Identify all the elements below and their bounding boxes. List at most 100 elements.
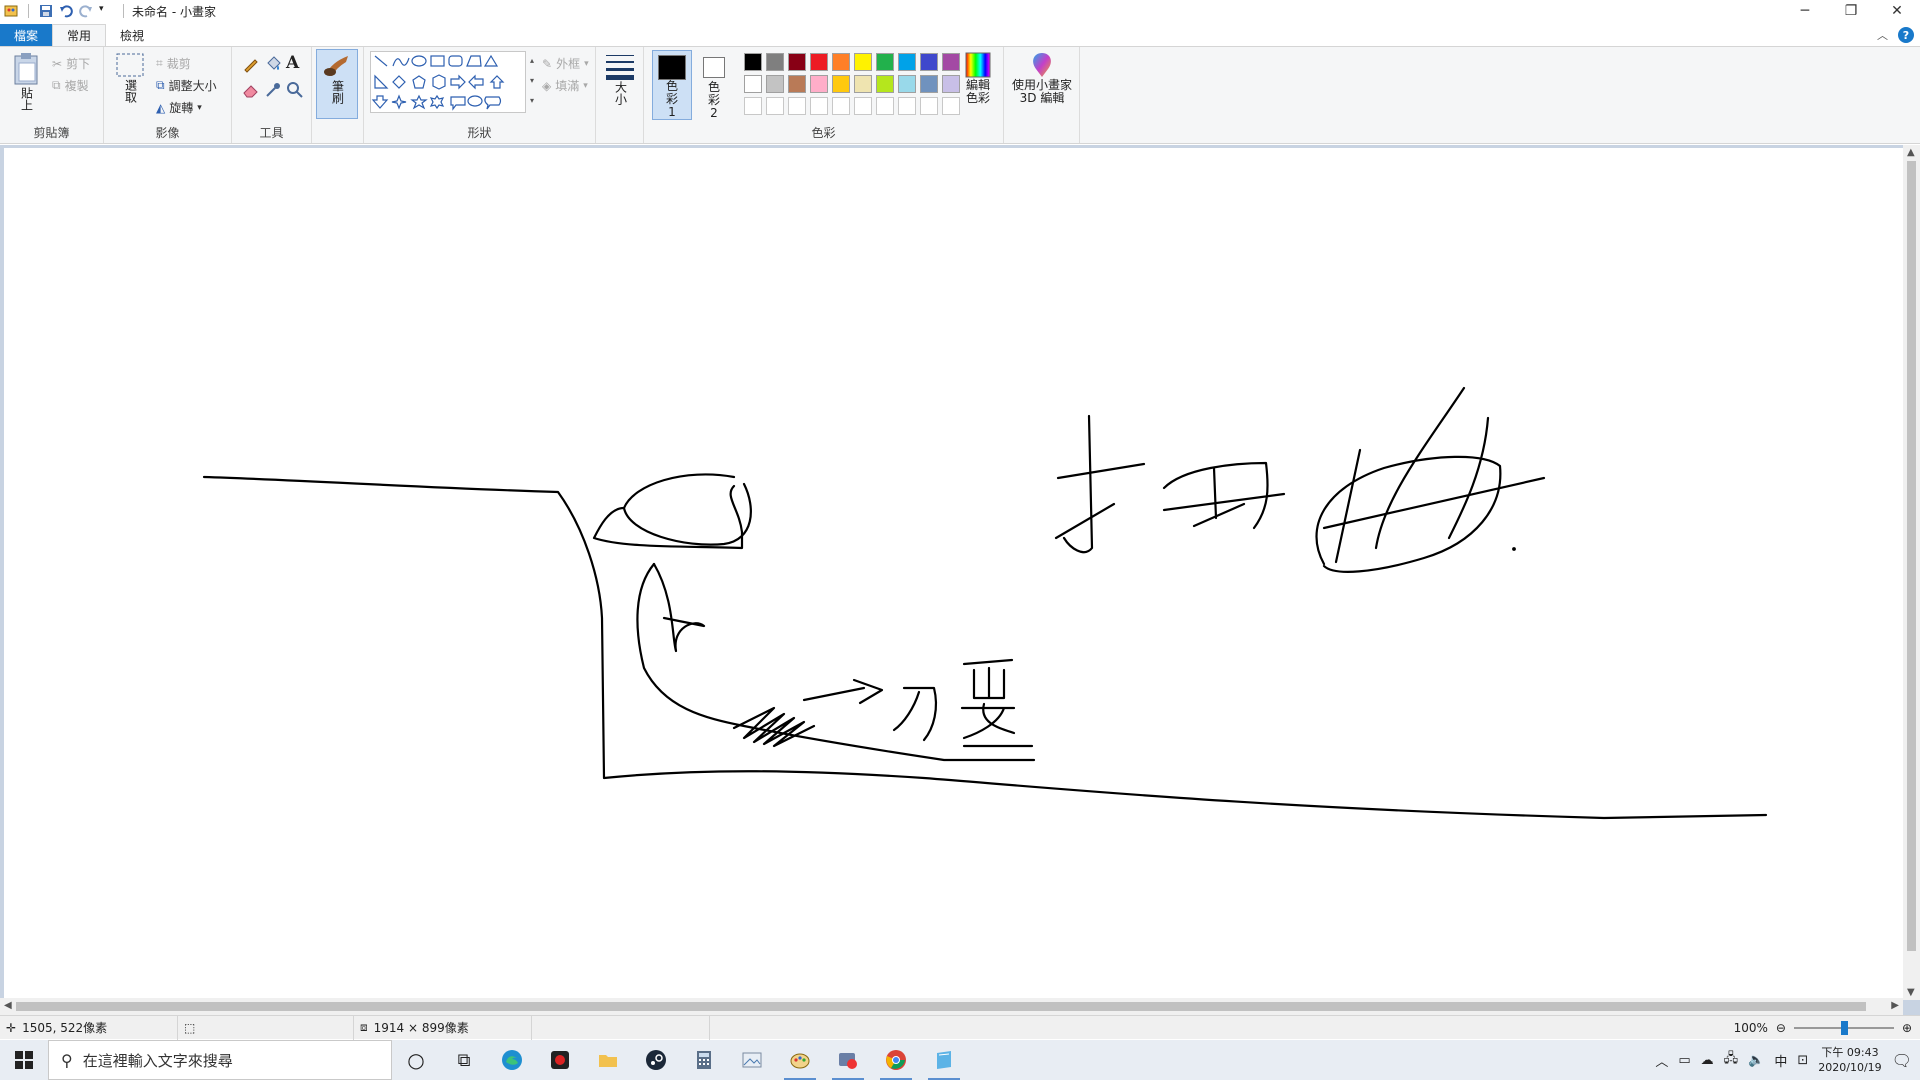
onedrive-icon[interactable]: ☁ — [1701, 1053, 1714, 1068]
cut-button[interactable]: ✂ 剪下 — [52, 55, 90, 72]
paint-app-icon[interactable] — [4, 4, 18, 18]
magnifier-icon[interactable] — [286, 81, 304, 102]
horizontal-scrollbar[interactable]: ◀ ▶ — [0, 998, 1903, 1015]
battery-icon[interactable]: ▭ — [1678, 1053, 1690, 1068]
palette-swatch[interactable] — [920, 53, 938, 71]
paste-button[interactable]: 貼上 — [8, 51, 44, 111]
tab-view[interactable]: 檢視 — [106, 24, 158, 46]
palette-swatch[interactable] — [898, 53, 916, 71]
customize-qa-icon[interactable]: ▾ — [99, 4, 113, 18]
fill-button[interactable]: ◈ 填滿 ▾ — [542, 77, 588, 94]
palette-swatch[interactable] — [766, 53, 784, 71]
custom-color-slot[interactable] — [898, 97, 916, 115]
palette-swatch[interactable] — [920, 75, 938, 93]
zoom-out-icon[interactable]: ⊖ — [1776, 1021, 1786, 1035]
palette-swatch[interactable] — [810, 75, 828, 93]
size-button[interactable]: 大小 — [600, 51, 640, 105]
restore-button[interactable]: ❐ — [1828, 0, 1874, 22]
pencil-icon[interactable] — [242, 55, 260, 76]
custom-color-slot[interactable] — [744, 97, 762, 115]
edge-icon[interactable] — [488, 1040, 536, 1080]
taskbar-search[interactable]: ⚲ 在這裡輸入文字來搜尋 — [48, 1040, 392, 1080]
drawing-canvas[interactable] — [4, 148, 1904, 1000]
photos-icon[interactable] — [728, 1040, 776, 1080]
tab-file[interactable]: 檔案 — [0, 24, 53, 46]
start-button[interactable] — [0, 1040, 48, 1080]
brushes-button[interactable]: 筆刷 — [316, 49, 358, 119]
red-app-icon[interactable] — [536, 1040, 584, 1080]
rotate-button[interactable]: ◭ 旋轉 ▾ — [156, 99, 202, 116]
color2-button[interactable]: 色彩 2 — [696, 50, 732, 120]
task-view-icon[interactable]: ⧉ — [440, 1040, 488, 1080]
screen-recorder-icon[interactable] — [824, 1040, 872, 1080]
shapes-scroll[interactable]: ▴ ▾ ▾ — [526, 51, 538, 113]
undo-icon[interactable] — [59, 4, 73, 18]
clock[interactable]: 下午 09:43 2020/10/19 — [1818, 1045, 1881, 1075]
palette-swatch[interactable] — [744, 53, 762, 71]
help-icon[interactable]: ? — [1898, 27, 1914, 43]
vertical-scroll-thumb[interactable] — [1907, 161, 1916, 951]
redo-icon[interactable] — [79, 4, 93, 18]
stroke-char-yao — [960, 658, 1016, 740]
collapse-ribbon-icon[interactable]: ︿ — [1877, 27, 1888, 43]
fill-bucket-icon[interactable] — [264, 55, 282, 76]
tab-home[interactable]: 常用 — [52, 24, 107, 46]
color1-button[interactable]: 色彩 1 — [652, 50, 692, 120]
tray-chevron-up-icon[interactable]: ︿ — [1655, 1051, 1668, 1070]
volume-icon[interactable]: 🔈 — [1748, 1053, 1764, 1068]
edit-colors-button[interactable]: 編輯色彩 — [958, 51, 998, 105]
palette-swatch[interactable] — [832, 53, 850, 71]
zoom-slider-knob[interactable] — [1840, 1021, 1848, 1035]
scroll-left-icon[interactable]: ◀ — [4, 1000, 12, 1011]
calculator-icon[interactable] — [680, 1040, 728, 1080]
palette-swatch[interactable] — [788, 53, 806, 71]
crop-button[interactable]: ⌗ 裁剪 — [156, 55, 191, 72]
custom-color-slot[interactable] — [832, 97, 850, 115]
palette-swatch[interactable] — [876, 75, 894, 93]
paint3d-button[interactable]: 使用小畫家 3D 編輯 — [1010, 51, 1074, 105]
color-picker-icon[interactable] — [264, 81, 282, 102]
resize-button[interactable]: ⧉ 調整大小 — [156, 77, 217, 94]
save-icon[interactable] — [39, 4, 53, 18]
notebook-app-icon[interactable] — [920, 1040, 968, 1080]
ime-mode-icon[interactable]: ⊡ — [1797, 1053, 1808, 1068]
paint-taskbar-icon[interactable] — [776, 1040, 824, 1080]
minimize-button[interactable]: ─ — [1782, 0, 1828, 22]
copy-button[interactable]: ⧉ 複製 — [52, 77, 89, 94]
ime-indicator[interactable]: 中 — [1774, 1051, 1787, 1070]
text-tool-icon[interactable]: A — [286, 53, 299, 73]
palette-swatch[interactable] — [788, 75, 806, 93]
notification-icon[interactable]: 🗨 — [1892, 1051, 1912, 1070]
scroll-down-icon[interactable]: ▼ — [1907, 987, 1915, 998]
palette-swatch[interactable] — [832, 75, 850, 93]
custom-color-slot[interactable] — [810, 97, 828, 115]
horizontal-scroll-thumb[interactable] — [16, 1002, 1866, 1011]
cortana-icon[interactable]: ○ — [392, 1040, 440, 1080]
chrome-icon[interactable] — [872, 1040, 920, 1080]
vertical-scrollbar[interactable]: ▲ ▼ — [1903, 145, 1920, 1000]
zoom-in-icon[interactable]: ⊕ — [1902, 1021, 1912, 1035]
scroll-up-icon[interactable]: ▲ — [1907, 147, 1915, 158]
palette-swatch[interactable] — [876, 53, 894, 71]
outline-button[interactable]: ✎ 外框 ▾ — [542, 55, 589, 72]
custom-color-slot[interactable] — [854, 97, 872, 115]
shapes-gallery[interactable] — [370, 51, 526, 113]
close-button[interactable]: ✕ — [1874, 0, 1920, 22]
scroll-right-icon[interactable]: ▶ — [1891, 1000, 1899, 1011]
palette-swatch[interactable] — [854, 53, 872, 71]
palette-swatch[interactable] — [810, 53, 828, 71]
palette-swatch[interactable] — [854, 75, 872, 93]
eraser-icon[interactable] — [242, 81, 260, 102]
network-icon[interactable]: 🖧 — [1724, 1049, 1739, 1071]
custom-color-slot[interactable] — [876, 97, 894, 115]
custom-color-slot[interactable] — [920, 97, 938, 115]
steam-icon[interactable] — [632, 1040, 680, 1080]
file-explorer-icon[interactable] — [584, 1040, 632, 1080]
custom-color-slot[interactable] — [766, 97, 784, 115]
zoom-slider[interactable] — [1793, 1016, 1894, 1040]
palette-swatch[interactable] — [744, 75, 762, 93]
custom-color-slot[interactable] — [788, 97, 806, 115]
palette-swatch[interactable] — [766, 75, 784, 93]
palette-swatch[interactable] — [898, 75, 916, 93]
select-button[interactable]: 選取 — [112, 51, 148, 103]
